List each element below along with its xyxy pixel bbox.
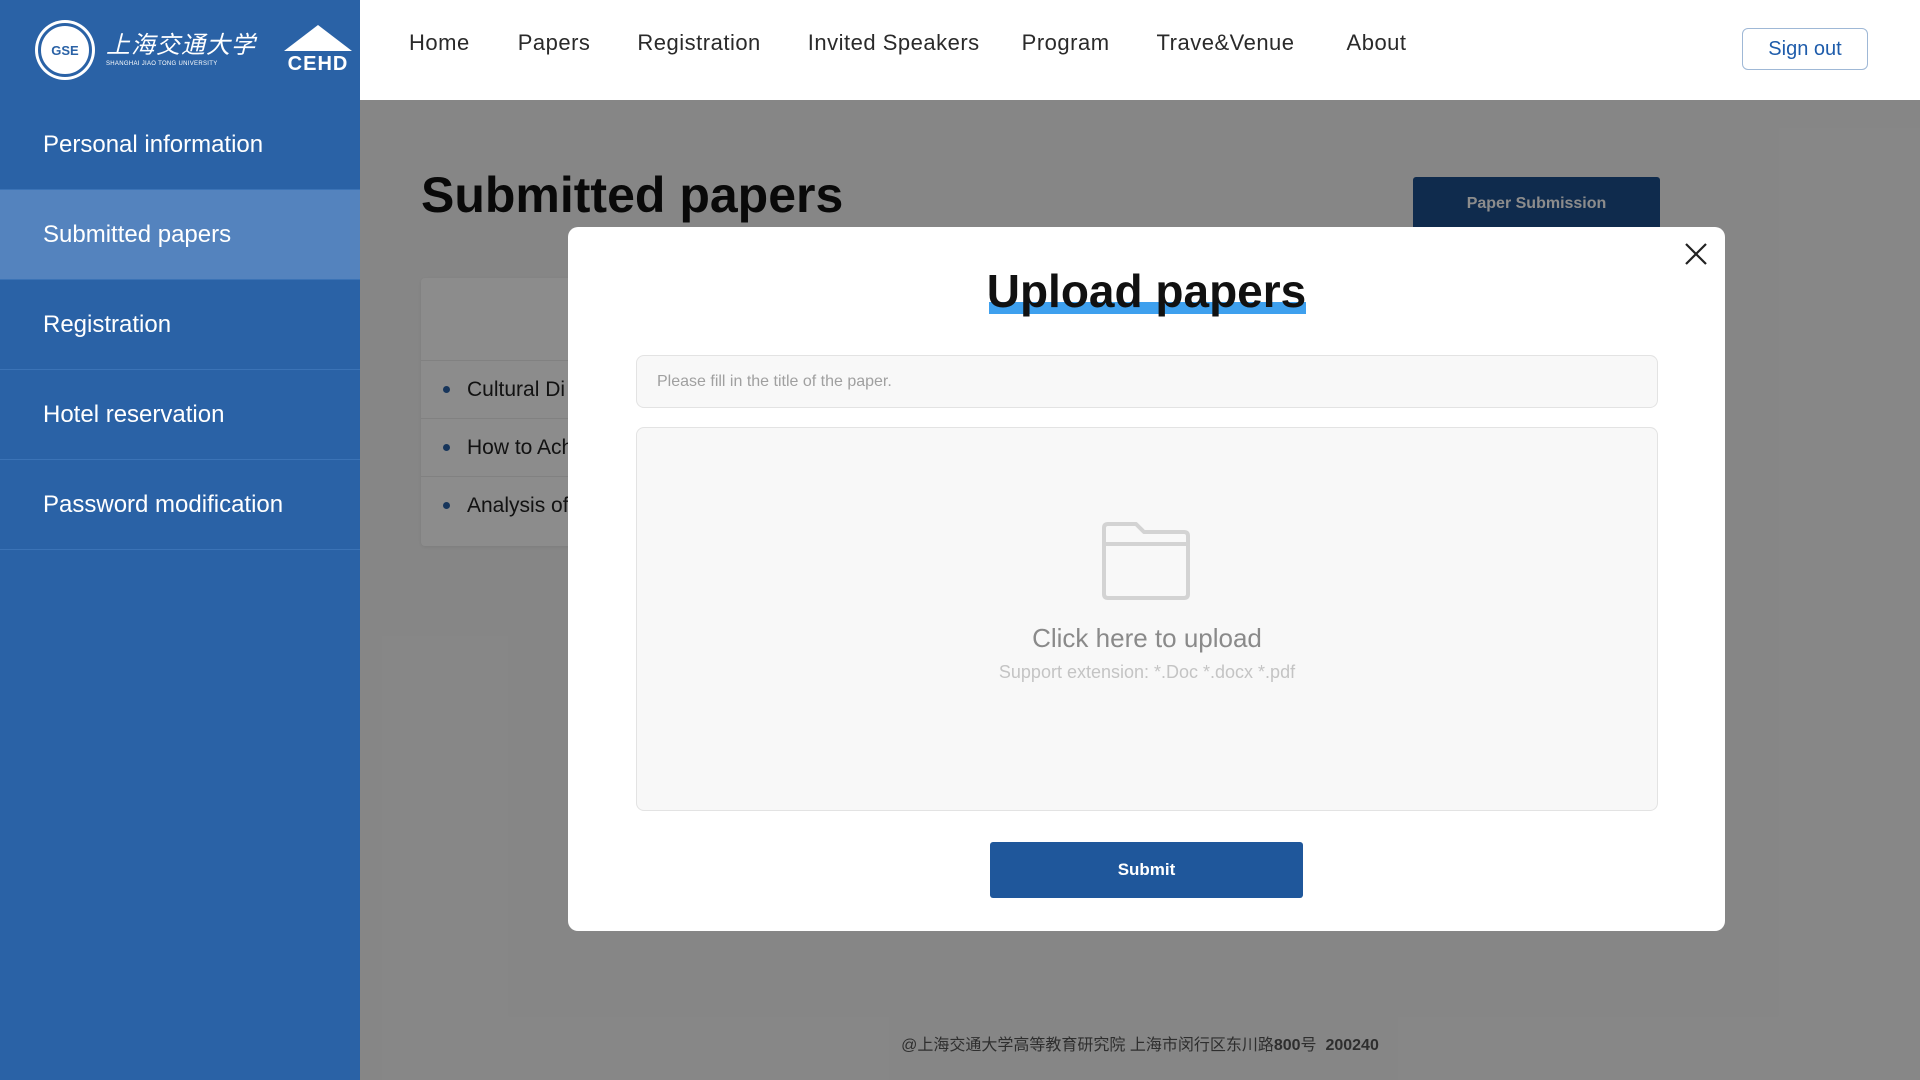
sidebar-item-registration[interactable]: Registration [0,280,360,370]
folder-icon [1102,522,1190,600]
nav-home[interactable]: Home [409,30,470,56]
upload-papers-modal: Upload papers Click here to upload Suppo… [568,227,1725,931]
sidebar: Personal information Submitted papers Re… [0,100,360,1080]
top-navbar: GSE 上海交通大学 SHANGHAI JIAO TONG UNIVERSITY… [0,0,1920,100]
file-upload-dropzone[interactable]: Click here to upload Support extension: … [636,427,1658,811]
university-name-en: SHANGHAI JIAO TONG UNIVERSITY [106,61,218,67]
sidebar-item-submitted-papers[interactable]: Submitted papers [0,190,360,280]
university-name: 上海交通大学 SHANGHAI JIAO TONG UNIVERSITY [106,33,256,67]
nav-papers[interactable]: Papers [518,30,591,56]
upload-label: Click here to upload [1032,623,1262,653]
gse-seal-icon: GSE [38,23,92,77]
modal-title-text: Upload papers [986,265,1307,317]
paper-title-input[interactable] [636,355,1658,408]
cehd-logo: CEHD [284,24,352,76]
nav-travel-venue[interactable]: Trave&Venue [1157,30,1295,56]
nav-invited-speakers[interactable]: Invited Speakers [808,30,980,56]
cehd-text: CEHD [287,52,349,75]
modal-title: Upload papers [568,264,1725,318]
nav-program[interactable]: Program [1022,30,1110,56]
sign-out-button[interactable]: Sign out [1742,28,1868,70]
nav-registration[interactable]: Registration [637,30,760,56]
submit-button[interactable]: Submit [990,842,1303,898]
cehd-roof-icon [284,24,352,51]
nav-about[interactable]: About [1347,30,1407,56]
sidebar-item-password-modification[interactable]: Password modification [0,460,360,550]
sidebar-item-personal-information[interactable]: Personal information [0,100,360,190]
brand-logo[interactable]: GSE 上海交通大学 SHANGHAI JIAO TONG UNIVERSITY… [0,0,360,100]
upload-hint: Support extension: *.Doc *.docx *.pdf [998,662,1296,682]
university-name-cn: 上海交通大学 [106,31,256,59]
close-icon [1685,243,1707,265]
main-nav: Home Papers Registration Invited Speaker… [409,30,1407,56]
sidebar-item-hotel-reservation[interactable]: Hotel reservation [0,370,360,460]
